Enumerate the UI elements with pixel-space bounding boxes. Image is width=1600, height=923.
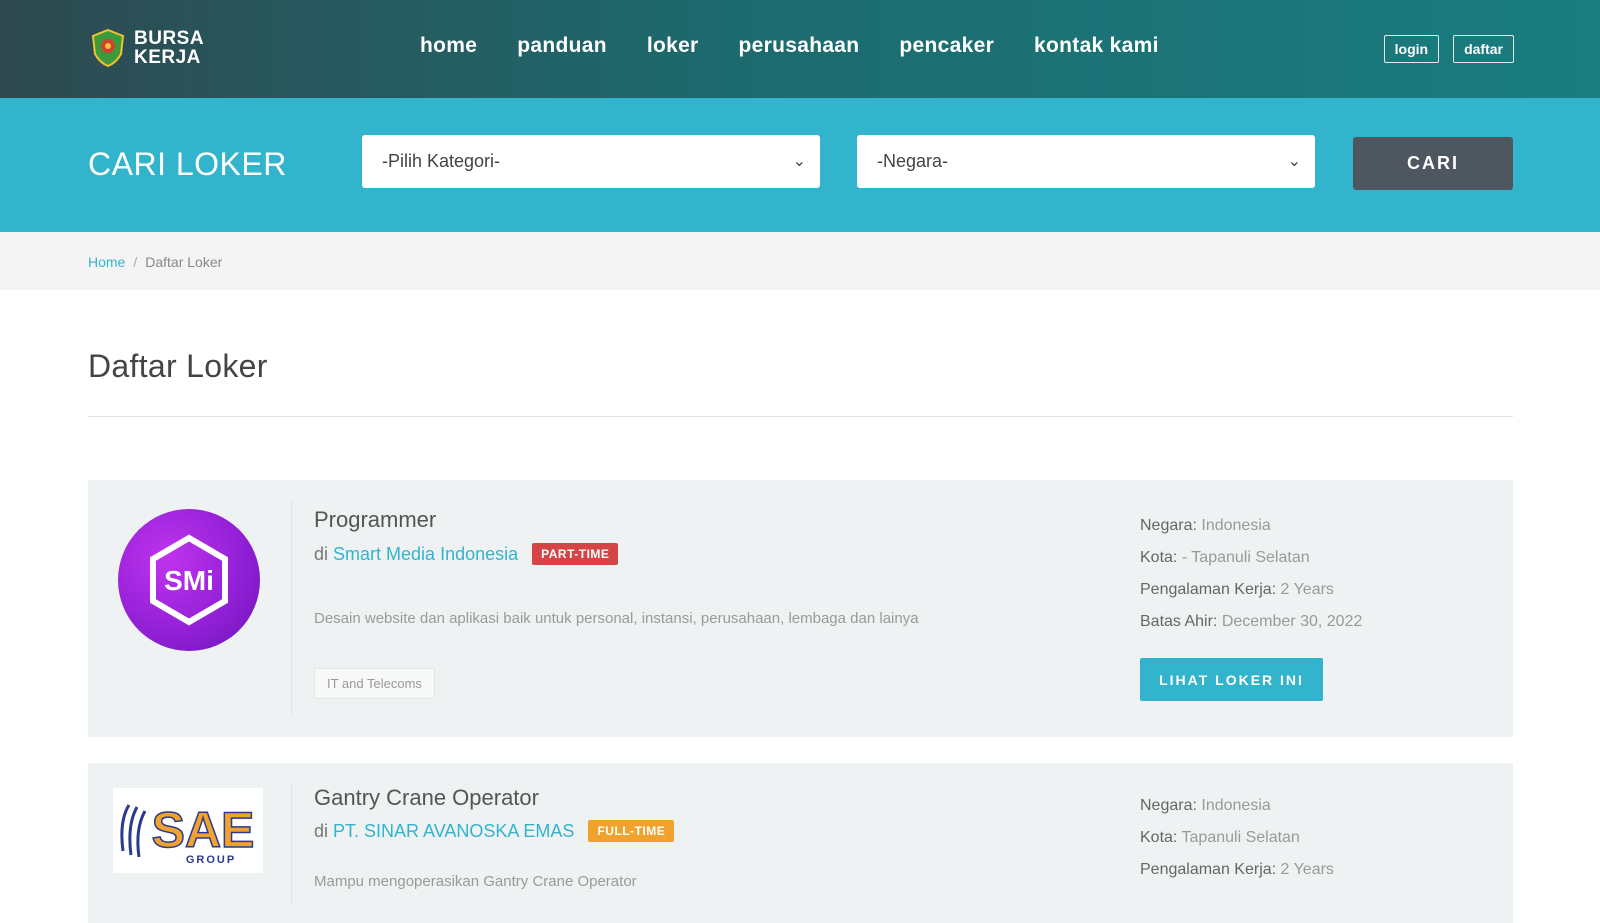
company-line: di PT. SINAR AVANOSKA EMAS FULL-TIME [314, 820, 675, 842]
breadcrumb-current: Daftar Loker [145, 254, 223, 270]
job-meta: Negara: Indonesia Kota: Tapanuli Selatan… [1140, 790, 1334, 886]
meta-kota: - Tapanuli Selatan [1181, 549, 1310, 566]
logo-text: BURSA KERJA [134, 29, 204, 67]
category-select-value: -Pilih Kategori- [382, 151, 501, 171]
meta-pengalaman-label: Pengalaman Kerja: [1140, 861, 1277, 878]
breadcrumb-separator: / [133, 254, 138, 270]
company-prefix: di [314, 820, 329, 841]
view-job-button[interactable]: LIHAT LOKER INI [1140, 658, 1323, 701]
chevron-down-icon: ⌄ [792, 153, 806, 170]
nav-loker[interactable]: loker [647, 34, 699, 58]
company-prefix: di [314, 543, 329, 564]
nav-perusahaan[interactable]: perusahaan [739, 34, 860, 58]
smi-logo-icon: SMi [150, 534, 228, 626]
meta-negara: Indonesia [1201, 797, 1271, 814]
country-select-value: -Negara- [877, 151, 949, 171]
company-logo[interactable]: SAE GROUP [113, 788, 263, 873]
search-title: CARI LOKER [88, 146, 287, 182]
meta-pengalaman: 2 Years [1280, 861, 1334, 878]
job-description: Desain website dan aplikasi baik untuk p… [314, 610, 919, 627]
register-button[interactable]: daftar [1453, 35, 1514, 63]
main-nav: home panduan loker perusahaan pencaker k… [420, 34, 1159, 58]
nav-home[interactable]: home [420, 34, 477, 58]
nav-kontak-kami[interactable]: kontak kami [1034, 34, 1159, 58]
card-divider [291, 500, 292, 717]
search-button[interactable]: CARI [1353, 137, 1513, 190]
meta-kota: Tapanuli Selatan [1181, 829, 1300, 846]
login-button[interactable]: login [1383, 35, 1440, 63]
title-divider [88, 416, 1513, 417]
company-link[interactable]: PT. SINAR AVANOSKA EMAS [333, 821, 574, 841]
job-meta: Negara: Indonesia Kota: - Tapanuli Selat… [1140, 510, 1362, 638]
category-tag[interactable]: IT and Telecoms [314, 668, 435, 699]
top-navbar: BURSA KERJA home panduan loker perusahaa… [0, 0, 1600, 98]
smi-logo-text: SMi [164, 565, 214, 596]
chevron-down-icon: ⌄ [1287, 153, 1301, 170]
meta-negara: Indonesia [1201, 517, 1271, 534]
auth-buttons: login daftar [1383, 35, 1514, 63]
meta-pengalaman-label: Pengalaman Kerja: [1140, 581, 1277, 598]
job-type-badge: PART-TIME [532, 543, 619, 565]
breadcrumb: Home / Daftar Loker [88, 254, 222, 270]
page-title: Daftar Loker [88, 348, 268, 384]
card-divider [291, 783, 292, 903]
site-logo[interactable]: BURSA KERJA [90, 28, 204, 68]
job-description: Mampu mengoperasikan Gantry Crane Operat… [314, 873, 637, 890]
country-select[interactable]: -Negara- ⌄ [857, 135, 1315, 188]
logo-text-line2: KERJA [134, 47, 201, 68]
nav-panduan[interactable]: panduan [517, 34, 607, 58]
job-card: SMi Programmer di Smart Media Indonesia … [88, 480, 1513, 737]
nav-pencaker[interactable]: pencaker [899, 34, 994, 58]
meta-batas: December 30, 2022 [1221, 613, 1363, 630]
sae-logo-subtext: GROUP [186, 854, 236, 866]
job-card: SAE GROUP Gantry Crane Operator di PT. S… [88, 763, 1513, 923]
sae-logo-icon: SAE GROUP [120, 801, 255, 866]
logo-text-line1: BURSA [134, 28, 205, 49]
meta-pengalaman: 2 Years [1280, 581, 1334, 598]
meta-batas-label: Batas Ahir: [1140, 613, 1218, 630]
breadcrumb-bar: Home / Daftar Loker [0, 232, 1600, 290]
company-link[interactable]: Smart Media Indonesia [333, 544, 518, 564]
job-title[interactable]: Gantry Crane Operator [314, 785, 539, 811]
meta-negara-label: Negara: [1140, 797, 1197, 814]
sae-logo-text: SAE [152, 802, 255, 858]
meta-negara-label: Negara: [1140, 517, 1197, 534]
breadcrumb-home-link[interactable]: Home [88, 254, 125, 270]
job-type-badge: FULL-TIME [588, 820, 675, 842]
company-logo[interactable]: SMi [118, 509, 260, 651]
meta-kota-label: Kota: [1140, 829, 1178, 846]
search-band: CARI LOKER -Pilih Kategori- ⌄ -Negara- ⌄… [0, 98, 1600, 232]
job-title[interactable]: Programmer [314, 507, 436, 533]
shield-logo-icon [91, 28, 125, 68]
category-select[interactable]: -Pilih Kategori- ⌄ [362, 135, 820, 188]
company-line: di Smart Media Indonesia PART-TIME [314, 543, 619, 565]
meta-kota-label: Kota: [1140, 549, 1178, 566]
